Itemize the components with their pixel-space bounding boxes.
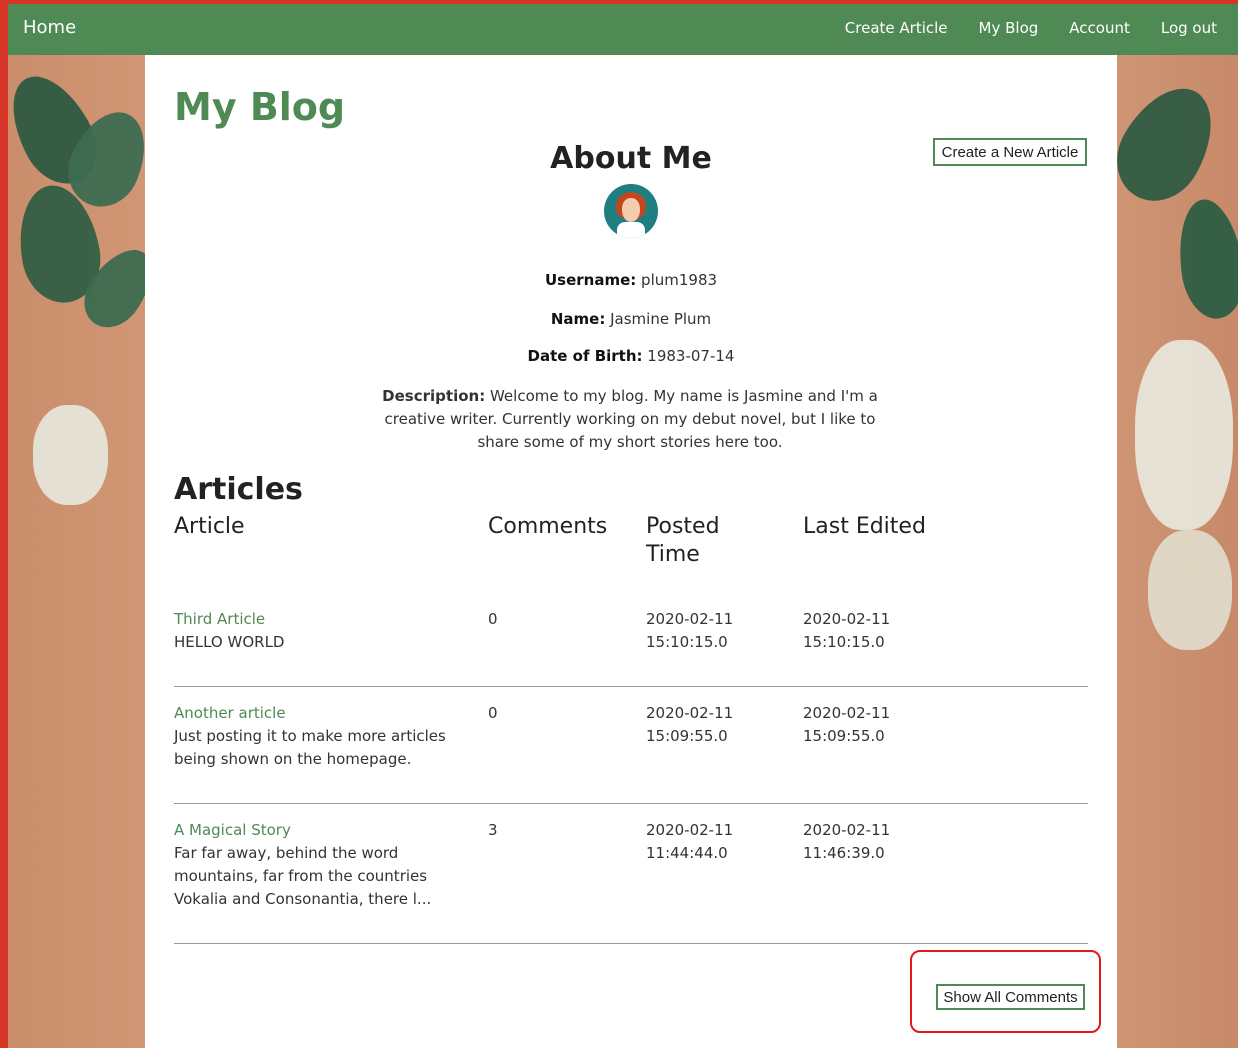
avatar-shirt	[617, 222, 645, 238]
name-label: Name:	[550, 310, 606, 328]
last-edited-column-header: Last Edited	[803, 514, 926, 539]
posted-time: 2020-02-11 15:09:55.0	[646, 704, 734, 745]
comments-column-header: Comments	[488, 514, 608, 539]
article-title-link[interactable]: Third Article	[174, 608, 464, 631]
date-of-birth-label: Date of Birth:	[527, 347, 643, 365]
decorative-flower-icon	[33, 405, 108, 505]
avatar-face	[622, 198, 640, 222]
description-block: Description: Welcome to my blog. My name…	[369, 385, 891, 454]
decorative-leaf-icon	[1171, 195, 1238, 323]
articles-heading: Articles	[174, 472, 303, 507]
article-excerpt: Just posting it to make more articles be…	[174, 727, 446, 768]
decorative-flower-icon	[1135, 340, 1233, 530]
username-line: Username: plum1983	[145, 271, 1117, 289]
comments-count: 0	[488, 704, 498, 722]
article-excerpt: HELLO WORLD	[174, 633, 285, 651]
highlight-box	[910, 950, 1101, 1033]
article-title-link[interactable]: A Magical Story	[174, 819, 466, 842]
screen-frame-left	[0, 0, 8, 1048]
my-blog-link[interactable]: My Blog	[979, 19, 1039, 37]
comments-count: 3	[488, 821, 498, 839]
name-line: Name: Jasmine Plum	[145, 310, 1117, 328]
posted-time-column-header: Posted Time	[646, 514, 720, 567]
article-row: A Magical Story Far far away, behind the…	[174, 819, 1088, 944]
last-edited-time: 2020-02-11 11:46:39.0	[803, 821, 891, 862]
decorative-flower-icon	[1148, 530, 1232, 650]
date-of-birth-line: Date of Birth: 1983-07-14	[145, 347, 1117, 365]
main-menu: Create Article My Blog Account Log out	[845, 19, 1217, 37]
posted-time: 2020-02-11 11:44:44.0	[646, 821, 734, 862]
article-excerpt: Far far away, behind the word mountains,…	[174, 844, 432, 908]
female-user-avatar-icon	[604, 184, 658, 238]
posted-time: 2020-02-11 15:10:15.0	[646, 610, 734, 651]
article-cell: A Magical Story Far far away, behind the…	[174, 819, 466, 911]
article-cell: Third Article HELLO WORLD	[174, 608, 464, 654]
name-value: Jasmine Plum	[610, 310, 712, 328]
username-value: plum1983	[641, 271, 718, 289]
article-row: Third Article HELLO WORLD 0 2020-02-11 1…	[174, 608, 1088, 687]
create-article-link[interactable]: Create Article	[845, 19, 948, 37]
page-title: My Blog	[174, 85, 346, 129]
last-edited-time: 2020-02-11 15:10:15.0	[803, 610, 891, 651]
home-link[interactable]: Home	[23, 17, 76, 38]
logout-link[interactable]: Log out	[1161, 19, 1217, 37]
article-title-link[interactable]: Another article	[174, 702, 464, 725]
top-navigation-bar: Home Create Article My Blog Account Log …	[8, 4, 1238, 55]
account-link[interactable]: Account	[1069, 19, 1130, 37]
username-label: Username:	[544, 271, 637, 289]
blog-content-panel: My Blog Create a New Article About Me Us…	[145, 55, 1117, 1048]
article-row: Another article Just posting it to make …	[174, 702, 1088, 804]
article-cell: Another article Just posting it to make …	[174, 702, 464, 771]
comments-count: 0	[488, 610, 498, 628]
date-of-birth-value: 1983-07-14	[647, 347, 735, 365]
last-edited-time: 2020-02-11 15:09:55.0	[803, 704, 891, 745]
about-me-heading: About Me	[550, 141, 712, 176]
decorative-leaf-icon	[1100, 71, 1232, 217]
description-label: Description:	[382, 387, 486, 405]
article-column-header: Article	[174, 514, 245, 539]
